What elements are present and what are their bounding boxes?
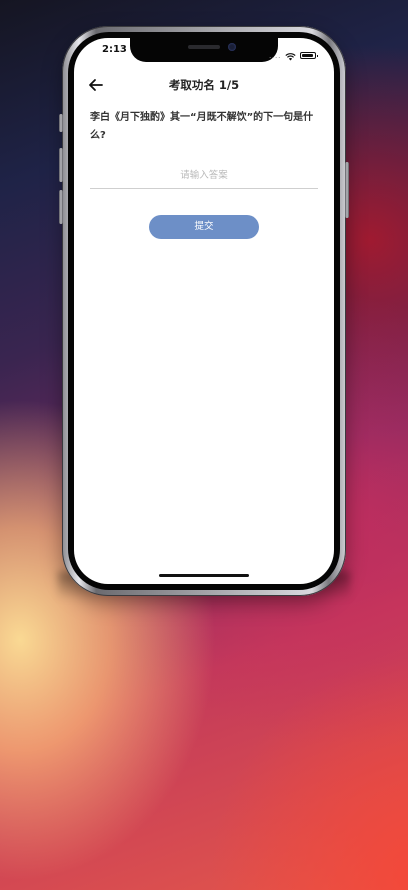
power-button — [345, 162, 349, 218]
submit-button[interactable]: 提交 — [149, 215, 259, 239]
navigation-bar: 考取功名 1/5 — [74, 72, 334, 98]
wifi-icon — [285, 46, 296, 65]
question-text: 李白《月下独酌》其一“月既不解饮”的下一句是什么? — [90, 112, 314, 141]
page-title: 考取功名 1/5 — [168, 78, 240, 92]
volume-up-button — [59, 148, 63, 182]
speaker-grille — [188, 45, 220, 49]
answer-input[interactable] — [90, 162, 318, 189]
home-indicator[interactable] — [159, 574, 249, 577]
status-icons: .... — [268, 46, 318, 65]
front-camera — [228, 43, 236, 51]
signal-icon: .... — [268, 50, 281, 60]
phone-frame: 2:13 .... 考取功名 1/5 李白《月下独酌》其一“月既不解饮”的下一句… — [59, 26, 349, 596]
status-time: 2:13 — [102, 44, 127, 55]
app-screen: 2:13 .... 考取功名 1/5 李白《月下独酌》其一“月既不解饮”的下一句… — [74, 38, 334, 584]
notch — [130, 38, 278, 62]
mute-switch — [59, 114, 63, 132]
volume-down-button — [59, 190, 63, 224]
battery-icon — [300, 52, 318, 59]
